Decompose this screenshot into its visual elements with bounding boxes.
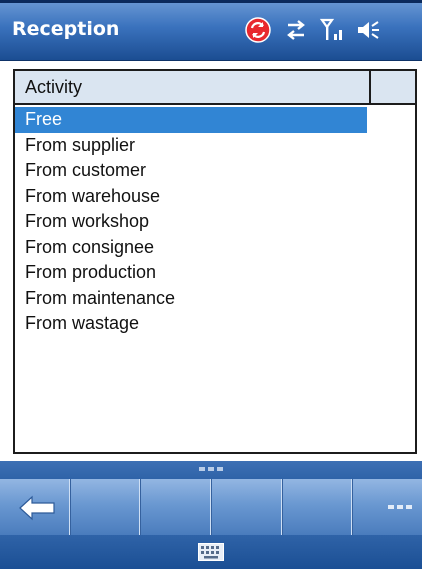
- title-bar: Reception: [0, 0, 422, 61]
- menu-handle[interactable]: [0, 461, 422, 479]
- back-arrow-icon: [19, 495, 55, 521]
- window-title: Reception: [12, 18, 120, 40]
- list-item[interactable]: Free: [15, 107, 367, 133]
- softkey-bar: [0, 479, 422, 535]
- signal-strength-icon[interactable]: [318, 16, 346, 44]
- title-bar-top-edge: [0, 0, 422, 3]
- list-item[interactable]: From warehouse: [15, 184, 367, 210]
- menu-handle-dots-icon: [199, 467, 223, 471]
- list-item[interactable]: From maintenance: [15, 286, 367, 312]
- main-content: Activity Free From supplier From custome…: [0, 61, 422, 461]
- list-item[interactable]: From wastage: [15, 311, 367, 337]
- list-item[interactable]: From workshop: [15, 209, 367, 235]
- input-panel-bar: [0, 535, 422, 569]
- list-item[interactable]: From production: [15, 260, 367, 286]
- softkey-2[interactable]: [69, 479, 141, 535]
- activity-listbox[interactable]: Activity Free From supplier From custome…: [13, 69, 417, 454]
- sync-error-icon[interactable]: [244, 16, 272, 44]
- more-button[interactable]: [352, 479, 422, 535]
- column-header[interactable]: Activity: [15, 71, 415, 105]
- data-transfer-icon[interactable]: [282, 16, 310, 44]
- softkey-4[interactable]: [211, 479, 282, 535]
- list-item[interactable]: From customer: [15, 158, 367, 184]
- list-item[interactable]: From supplier: [15, 133, 367, 159]
- back-button[interactable]: [0, 479, 70, 535]
- keyboard-icon[interactable]: [198, 543, 224, 561]
- bottom-area: [0, 461, 422, 569]
- softkey-3[interactable]: [140, 479, 212, 535]
- softkey-5[interactable]: [281, 479, 353, 535]
- list-rows: Free From supplier From customer From wa…: [15, 107, 415, 337]
- list-item[interactable]: From consignee: [15, 235, 367, 261]
- speaker-muted-icon[interactable]: [354, 16, 382, 44]
- more-icon: [388, 505, 413, 509]
- column-header-activity[interactable]: Activity: [15, 71, 371, 103]
